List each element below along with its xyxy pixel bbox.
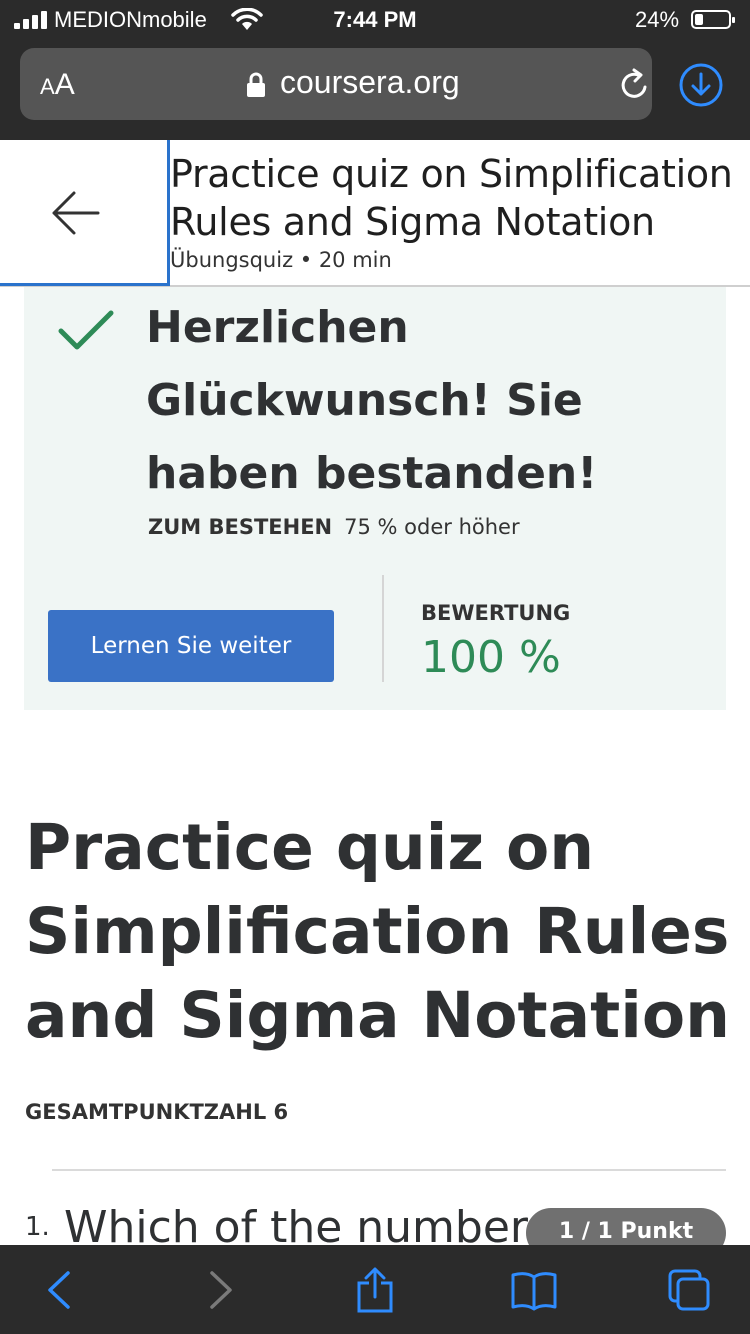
browser-bottom-toolbar <box>0 1245 750 1334</box>
back-icon <box>48 1271 70 1309</box>
question-number: 1. <box>25 1212 50 1242</box>
continue-learning-button[interactable]: Lernen Sie weiter <box>48 610 334 682</box>
header-title: Practice quiz on Simplification Rules an… <box>170 152 733 244</box>
lock-icon <box>247 72 265 97</box>
status-bar: MEDIONmobile 7:44 PM 24% <box>0 0 750 40</box>
battery-icon <box>691 10 735 29</box>
share-button[interactable] <box>352 1267 398 1313</box>
question-text: Which of the numbers <box>64 1202 551 1246</box>
divider <box>52 1169 726 1171</box>
url-text[interactable]: coursera.org <box>280 64 460 101</box>
question-item: 1. Which of the numbers 1 / 1 Punkt <box>0 1180 750 1246</box>
checkmark-icon <box>58 310 114 350</box>
bookmarks-icon <box>511 1272 557 1311</box>
tabs-button[interactable] <box>666 1267 712 1313</box>
bookmarks-button[interactable] <box>510 1267 557 1313</box>
total-points: GESAMTPUNKTZAHL 6 <box>25 1100 289 1124</box>
back-button[interactable] <box>0 140 170 286</box>
tabs-icon <box>668 1269 710 1311</box>
text-size-button[interactable]: AA <box>40 68 75 102</box>
grade-value: 100 % <box>421 632 561 683</box>
result-panel: Herzlichen Glückwunsch! Sie haben bestan… <box>24 287 726 710</box>
battery-level <box>695 14 703 25</box>
forward-icon <box>210 1271 232 1309</box>
pass-label: ZUM BESTEHEN <box>148 515 333 539</box>
quiz-header: Practice quiz on Simplification Rules an… <box>0 140 750 287</box>
pass-requirement: ZUM BESTEHEN 75 % oder höher <box>148 515 520 539</box>
page-title: Practice quiz on Simplification Rules an… <box>25 811 731 1052</box>
grade-label: BEWERTUNG <box>421 601 571 625</box>
header-meta: Übungsquiz • 20 min <box>170 248 392 272</box>
share-icon <box>357 1267 393 1313</box>
download-icon[interactable] <box>678 62 724 108</box>
reload-icon[interactable] <box>618 68 652 102</box>
browser-forward-button[interactable] <box>196 1267 242 1313</box>
address-bar[interactable]: AA coursera.org <box>20 48 652 120</box>
divider <box>382 575 384 682</box>
congratulations-heading: Herzlichen Glückwunsch! Sie haben bestan… <box>146 302 598 499</box>
pass-value: 75 % oder höher <box>344 515 520 539</box>
points-badge: 1 / 1 Punkt <box>526 1208 726 1246</box>
browser-top-chrome: MEDIONmobile 7:44 PM 24% AA coursera.org <box>0 0 750 140</box>
battery-percent: 24% <box>635 7 680 32</box>
arrow-left-icon <box>52 191 100 235</box>
text-size-large-label: A <box>54 68 75 101</box>
text-size-small-label: A <box>40 74 55 99</box>
browser-back-button[interactable] <box>38 1267 84 1313</box>
